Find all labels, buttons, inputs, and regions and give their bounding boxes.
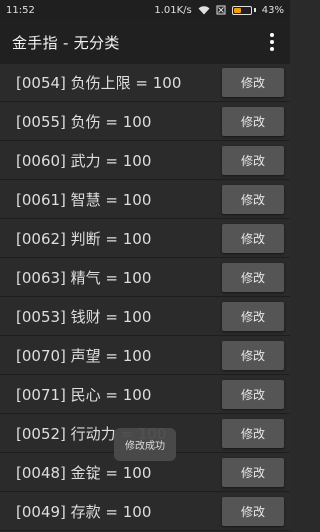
list-item: [0049] 存款 = 100 修改 [0, 493, 290, 531]
list-item-label: [0071] 民心 = 100 [16, 386, 152, 404]
status-time: 11:52 [6, 4, 35, 16]
edit-button[interactable]: 修改 [222, 185, 284, 214]
list-item: [0061] 智慧 = 100 修改 [0, 181, 290, 219]
list-item: [0062] 判断 = 100 修改 [0, 220, 290, 258]
edit-button[interactable]: 修改 [222, 302, 284, 331]
list-item-label: [0055] 负伤 = 100 [16, 113, 152, 131]
edit-button[interactable]: 修改 [222, 263, 284, 292]
list-item: [0053] 钱财 = 100 修改 [0, 298, 290, 336]
list-item: [0071] 民心 = 100 修改 [0, 376, 290, 414]
edit-button[interactable]: 修改 [222, 380, 284, 409]
net-speed: 1.01K/s [154, 4, 192, 16]
list-item-label: [0070] 声望 = 100 [16, 347, 152, 365]
list-item-label: [0061] 智慧 = 100 [16, 191, 152, 209]
list-item-label: [0063] 精气 = 100 [16, 269, 152, 287]
cheat-list: [0054] 负伤上限 = 100 修改 [0055] 负伤 = 100 修改 … [0, 64, 290, 532]
battery-percent: 43% [261, 4, 284, 16]
edit-button[interactable]: 修改 [222, 107, 284, 136]
status-icons: 1.01K/s 43% [154, 5, 284, 16]
more-vert-icon[interactable] [264, 28, 280, 56]
edit-button[interactable]: 修改 [222, 458, 284, 487]
status-bar: 11:52 1.01K/s 43% [0, 0, 290, 20]
list-item-label: [0049] 存款 = 100 [16, 503, 152, 521]
edit-button[interactable]: 修改 [222, 68, 284, 97]
list-item-label: [0062] 判断 = 100 [16, 230, 152, 248]
list-item: [0063] 精气 = 100 修改 [0, 259, 290, 297]
list-item-label: [0060] 武力 = 100 [16, 152, 152, 170]
toast-message: 修改成功 [114, 428, 176, 461]
edit-button[interactable]: 修改 [222, 497, 284, 526]
edit-button[interactable]: 修改 [222, 146, 284, 175]
list-item-label: [0048] 金锭 = 100 [16, 464, 152, 482]
sim-blocked-icon [216, 5, 226, 15]
wifi-icon [198, 5, 210, 15]
battery-icon [231, 5, 256, 15]
edit-button[interactable]: 修改 [222, 341, 284, 370]
list-item: [0055] 负伤 = 100 修改 [0, 103, 290, 141]
list-item-label: [0053] 钱财 = 100 [16, 308, 152, 326]
list-item: [0054] 负伤上限 = 100 修改 [0, 64, 290, 102]
list-item: [0070] 声望 = 100 修改 [0, 337, 290, 375]
list-item-label: [0054] 负伤上限 = 100 [16, 74, 182, 92]
list-item: [0060] 武力 = 100 修改 [0, 142, 290, 180]
edit-button[interactable]: 修改 [222, 224, 284, 253]
app-bar: 金手指 - 无分类 [0, 20, 290, 64]
page-title: 金手指 - 无分类 [12, 33, 120, 52]
edit-button[interactable]: 修改 [222, 419, 284, 448]
